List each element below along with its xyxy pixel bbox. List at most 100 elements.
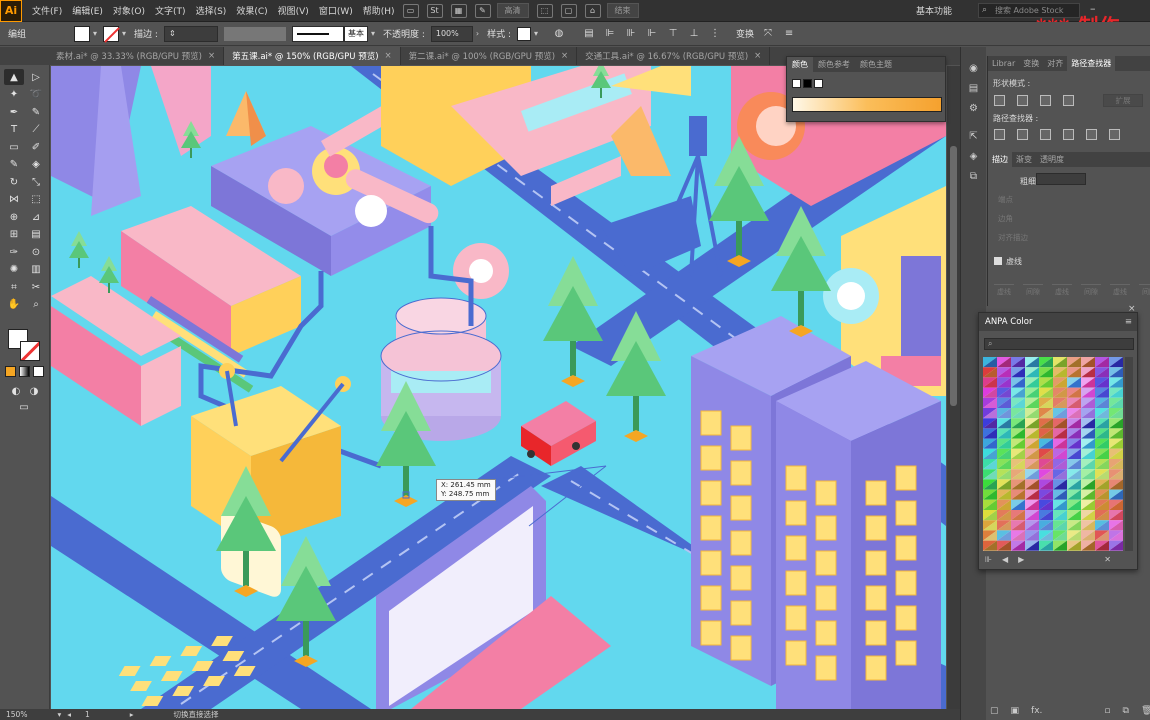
unite-icon[interactable] xyxy=(994,95,1005,106)
type-tool-icon[interactable]: T xyxy=(4,122,24,138)
line-tool-icon[interactable]: ⟋ xyxy=(26,122,46,138)
menu-type[interactable]: 文字(T) xyxy=(155,4,186,17)
close-icon[interactable]: × xyxy=(385,51,392,61)
minus-back-icon[interactable] xyxy=(1109,129,1120,140)
anpa-search-input[interactable]: ⌕ xyxy=(984,338,1134,350)
menu-view[interactable]: 视图(V) xyxy=(278,4,309,17)
new-icon[interactable]: ▣ xyxy=(1011,706,1020,716)
hd-button[interactable]: 高清 xyxy=(496,3,529,18)
draw-inside-icon[interactable]: ◑ xyxy=(24,383,44,399)
export-icon[interactable]: ⇱ xyxy=(966,131,982,145)
artboard-tool-icon[interactable]: ⌗ xyxy=(4,279,24,295)
capture-icon[interactable]: ⬚ xyxy=(536,3,553,18)
shape-builder-icon[interactable]: ⊕ xyxy=(4,209,24,225)
hand-tool-icon[interactable]: ✋ xyxy=(4,297,24,313)
anpa-scrollbar[interactable] xyxy=(1125,357,1133,551)
screen-mode-icon[interactable]: ▭ xyxy=(14,399,34,415)
tab-stroke[interactable]: 描边 xyxy=(988,152,1012,167)
tab-document-2[interactable]: 第五课.ai* @ 150% (RGB/GPU 预览) × xyxy=(224,47,401,65)
arrange-icon[interactable]: ▦ xyxy=(450,3,467,18)
home-icon[interactable]: ⌂ xyxy=(584,3,601,18)
stroke-swatch[interactable] xyxy=(20,341,40,361)
lasso-icon[interactable]: ➰ xyxy=(26,87,46,103)
recolor-icon[interactable]: ◍ xyxy=(552,27,566,41)
minus-front-icon[interactable] xyxy=(1017,95,1028,106)
add-icon[interactable]: ▫ xyxy=(1104,706,1110,716)
chevron-right-icon[interactable]: › xyxy=(476,29,479,38)
library-icon[interactable]: ⊪ xyxy=(985,555,992,564)
chevron-down-icon[interactable]: ▾ xyxy=(57,710,61,719)
brush-definition[interactable] xyxy=(291,25,344,42)
trash-icon[interactable]: 🗑 xyxy=(1141,706,1150,716)
width-tool-icon[interactable]: ⋈ xyxy=(4,192,24,208)
tab-document-4[interactable]: 交通工具.ai* @ 16.67% (RGB/GPU 预览) × xyxy=(577,47,771,65)
stroke-weight-input[interactable] xyxy=(1036,173,1086,185)
graphic-style-swatch[interactable] xyxy=(516,26,531,41)
chevron-down-icon[interactable]: ▾ xyxy=(93,29,97,38)
gradient-tool-icon[interactable]: ▤ xyxy=(26,227,46,243)
perspective-grid-icon[interactable]: ⊿ xyxy=(26,209,46,225)
square-icon[interactable]: ▢ xyxy=(990,706,999,716)
white-swatch[interactable] xyxy=(792,79,801,88)
fill-swatch[interactable] xyxy=(74,25,91,42)
menu-object[interactable]: 对象(O) xyxy=(113,4,145,17)
layers-icon[interactable]: ◈ xyxy=(966,151,982,165)
gap-2-label[interactable]: 间隙 xyxy=(1081,284,1101,297)
anpa-swatch-grid[interactable] xyxy=(983,357,1123,551)
color-panel-icon[interactable]: ◉ xyxy=(966,63,982,77)
eyedropper-icon[interactable]: ✑ xyxy=(4,244,24,260)
close-icon[interactable]: × xyxy=(754,51,761,61)
duplicate-icon[interactable]: ⧉ xyxy=(1123,706,1129,716)
tab-align[interactable]: 对齐 xyxy=(1043,58,1067,69)
minimize-icon[interactable]: – xyxy=(1090,2,1096,15)
menu-file[interactable]: 文件(F) xyxy=(32,4,62,17)
expand-button[interactable]: 扩展 xyxy=(1103,94,1143,107)
shaper-tool-icon[interactable]: ✎ xyxy=(4,157,24,173)
color-spectrum-bar[interactable] xyxy=(792,97,942,112)
merge-icon[interactable] xyxy=(1040,129,1051,140)
selection-tool-icon[interactable]: ▲ xyxy=(4,69,24,85)
opacity-input[interactable]: 100% xyxy=(430,25,473,42)
curvature-tool-icon[interactable]: ✎ xyxy=(26,104,46,120)
slice-tool-icon[interactable]: ✂ xyxy=(26,279,46,295)
prev-icon[interactable]: ◀ xyxy=(1002,555,1008,564)
tab-libraries[interactable]: Librar xyxy=(988,59,1019,68)
paintbrush-icon[interactable]: ✐ xyxy=(26,139,46,155)
menu-window[interactable]: 窗口(W) xyxy=(319,4,353,17)
artboard-canvas[interactable] xyxy=(51,66,946,709)
free-transform-icon[interactable]: ⬚ xyxy=(26,192,46,208)
libraries-icon[interactable]: ▤ xyxy=(966,83,982,97)
tab-pathfinder[interactable]: 路径查找器 xyxy=(1067,56,1116,71)
eraser-icon[interactable]: ◈ xyxy=(26,157,46,173)
graph-tool-icon[interactable]: ▥ xyxy=(26,262,46,278)
dash-3-label[interactable]: 虚线 xyxy=(1110,284,1130,297)
artboard-number[interactable]: 1 xyxy=(85,710,90,719)
artboards-icon[interactable]: ⧉ xyxy=(966,171,982,185)
align-middle-icon[interactable]: ⊥ xyxy=(687,27,701,41)
gradient-mode-icon[interactable] xyxy=(19,366,30,377)
end-button[interactable]: 结束 xyxy=(606,3,639,18)
scale-tool-icon[interactable]: ⤡ xyxy=(26,174,46,190)
stroke-style-value[interactable]: 基本 xyxy=(343,25,368,42)
dash-1-label[interactable]: 虚线 xyxy=(994,284,1014,297)
symbol-sprayer-icon[interactable]: ✺ xyxy=(4,262,24,278)
vertical-scrollbar[interactable] xyxy=(947,66,960,709)
tab-gradient[interactable]: 渐变 xyxy=(1012,154,1036,165)
gap-3-label[interactable]: 间隙 xyxy=(1139,284,1150,297)
fx-icon[interactable]: fx. xyxy=(1031,706,1042,716)
tab-color-themes[interactable]: 颜色主题 xyxy=(855,59,897,70)
workspace-switcher[interactable]: 基本功能 xyxy=(916,4,952,17)
stroke-swatch[interactable] xyxy=(103,25,120,42)
intersect-icon[interactable] xyxy=(1040,95,1051,106)
fill-stroke-control[interactable] xyxy=(8,329,42,363)
divide-icon[interactable] xyxy=(994,129,1005,140)
exclude-icon[interactable] xyxy=(1063,95,1074,106)
bridge-icon[interactable]: ▭ xyxy=(402,3,419,18)
tab-color-guide[interactable]: 颜色参考 xyxy=(813,59,855,70)
crop-icon[interactable] xyxy=(1063,129,1074,140)
close-icon[interactable]: × xyxy=(208,51,215,61)
stroke-weight-field[interactable]: ⇕ xyxy=(163,25,218,42)
outline-icon[interactable] xyxy=(1086,129,1097,140)
rotate-tool-icon[interactable]: ↻ xyxy=(4,174,24,190)
dashed-line-option[interactable]: 虚线 xyxy=(994,256,1022,267)
